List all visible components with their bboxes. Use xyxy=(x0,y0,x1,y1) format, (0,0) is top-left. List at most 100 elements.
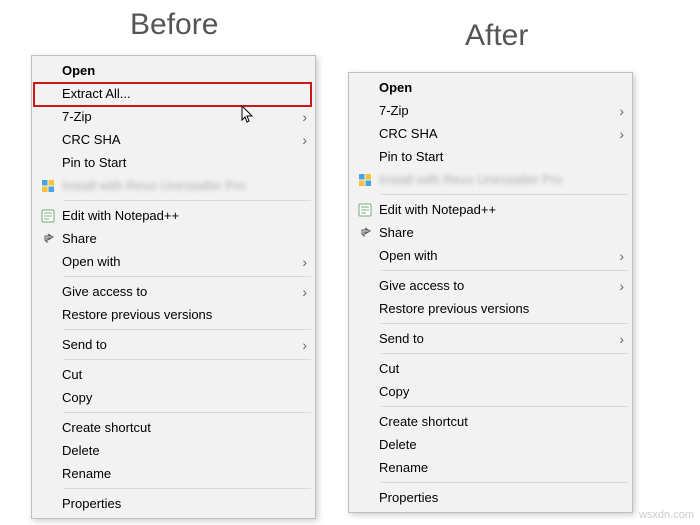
notepad-icon xyxy=(351,203,379,217)
menu-copy[interactable]: Copy xyxy=(351,380,630,403)
chevron-right-icon: › xyxy=(291,284,307,300)
separator xyxy=(64,200,311,201)
separator xyxy=(381,353,628,354)
menu-extract-all[interactable]: Extract All... xyxy=(34,82,313,105)
menu-edit-notepad[interactable]: Edit with Notepad++ xyxy=(351,198,630,221)
menu-cut-label: Cut xyxy=(379,361,624,376)
menu-open[interactable]: Open xyxy=(34,59,313,82)
menu-properties[interactable]: Properties xyxy=(34,492,313,515)
menu-send-to-label: Send to xyxy=(379,331,608,346)
menu-create-shortcut[interactable]: Create shortcut xyxy=(351,410,630,433)
chevron-right-icon: › xyxy=(608,126,624,142)
menu-pin-to-start[interactable]: Pin to Start xyxy=(351,145,630,168)
menu-cut[interactable]: Cut xyxy=(351,357,630,380)
menu-copy[interactable]: Copy xyxy=(34,386,313,409)
menu-restore-previous[interactable]: Restore previous versions xyxy=(34,303,313,326)
menu-7zip-label: 7-Zip xyxy=(62,109,291,124)
menu-give-access-to-label: Give access to xyxy=(379,278,608,293)
menu-crc-sha-label: CRC SHA xyxy=(379,126,608,141)
chevron-right-icon: › xyxy=(291,254,307,270)
menu-7zip-label: 7-Zip xyxy=(379,103,608,118)
share-icon xyxy=(34,232,62,246)
chevron-right-icon: › xyxy=(608,278,624,294)
menu-open-with[interactable]: Open with › xyxy=(34,250,313,273)
menu-open-with-label: Open with xyxy=(62,254,291,269)
menu-extract-all-label: Extract All... xyxy=(62,86,307,101)
shield-icon xyxy=(351,173,379,187)
menu-send-to[interactable]: Send to › xyxy=(34,333,313,356)
menu-edit-notepad-label: Edit with Notepad++ xyxy=(379,202,624,217)
menu-rename[interactable]: Rename xyxy=(351,456,630,479)
menu-create-shortcut[interactable]: Create shortcut xyxy=(34,416,313,439)
menu-crc-sha[interactable]: CRC SHA › xyxy=(351,122,630,145)
menu-pin-to-start-label: Pin to Start xyxy=(379,149,624,164)
menu-delete[interactable]: Delete xyxy=(351,433,630,456)
menu-share[interactable]: Share xyxy=(351,221,630,244)
chevron-right-icon: › xyxy=(291,109,307,125)
notepad-icon xyxy=(34,209,62,223)
menu-rename-label: Rename xyxy=(379,460,624,475)
separator xyxy=(381,323,628,324)
menu-crc-sha[interactable]: CRC SHA › xyxy=(34,128,313,151)
menu-cut-label: Cut xyxy=(62,367,307,382)
menu-restore-previous[interactable]: Restore previous versions xyxy=(351,297,630,320)
menu-give-access-to[interactable]: Give access to › xyxy=(34,280,313,303)
menu-delete-label: Delete xyxy=(379,437,624,452)
context-menu-before: Open Extract All... 7-Zip › CRC SHA › Pi… xyxy=(31,55,316,519)
share-icon xyxy=(351,226,379,240)
menu-open[interactable]: Open xyxy=(351,76,630,99)
menu-7zip[interactable]: 7-Zip › xyxy=(351,99,630,122)
watermark: wsxdn.com xyxy=(639,509,694,521)
menu-restore-previous-label: Restore previous versions xyxy=(62,307,307,322)
menu-open-with[interactable]: Open with › xyxy=(351,244,630,267)
menu-delete-label: Delete xyxy=(62,443,307,458)
separator xyxy=(64,488,311,489)
menu-installer-label: Install with Revo Uninstaller Pro xyxy=(379,172,624,187)
menu-rename[interactable]: Rename xyxy=(34,462,313,485)
shield-icon xyxy=(34,179,62,193)
menu-installer-item[interactable]: Install with Revo Uninstaller Pro xyxy=(351,168,630,191)
menu-open-with-label: Open with xyxy=(379,248,608,263)
menu-installer-label: Install with Revo Uninstaller Pro xyxy=(62,178,307,193)
menu-give-access-to[interactable]: Give access to › xyxy=(351,274,630,297)
menu-edit-notepad[interactable]: Edit with Notepad++ xyxy=(34,204,313,227)
menu-properties-label: Properties xyxy=(62,496,307,511)
menu-share[interactable]: Share xyxy=(34,227,313,250)
menu-properties-label: Properties xyxy=(379,490,624,505)
menu-pin-to-start-label: Pin to Start xyxy=(62,155,307,170)
cursor-icon xyxy=(241,105,255,125)
chevron-right-icon: › xyxy=(608,331,624,347)
separator xyxy=(64,412,311,413)
menu-create-shortcut-label: Create shortcut xyxy=(62,420,307,435)
separator xyxy=(64,276,311,277)
menu-restore-previous-label: Restore previous versions xyxy=(379,301,624,316)
menu-installer-item[interactable]: Install with Revo Uninstaller Pro xyxy=(34,174,313,197)
chevron-right-icon: › xyxy=(608,103,624,119)
menu-delete[interactable]: Delete xyxy=(34,439,313,462)
menu-7zip[interactable]: 7-Zip › xyxy=(34,105,313,128)
menu-properties[interactable]: Properties xyxy=(351,486,630,509)
menu-open-label: Open xyxy=(379,80,624,95)
menu-crc-sha-label: CRC SHA xyxy=(62,132,291,147)
menu-create-shortcut-label: Create shortcut xyxy=(379,414,624,429)
chevron-right-icon: › xyxy=(291,132,307,148)
menu-give-access-to-label: Give access to xyxy=(62,284,291,299)
menu-copy-label: Copy xyxy=(62,390,307,405)
menu-share-label: Share xyxy=(62,231,307,246)
separator xyxy=(381,482,628,483)
separator xyxy=(64,359,311,360)
heading-after: After xyxy=(465,19,528,53)
separator xyxy=(381,194,628,195)
separator xyxy=(381,406,628,407)
chevron-right-icon: › xyxy=(608,248,624,264)
chevron-right-icon: › xyxy=(291,337,307,353)
menu-send-to[interactable]: Send to › xyxy=(351,327,630,350)
menu-open-label: Open xyxy=(62,63,307,78)
menu-send-to-label: Send to xyxy=(62,337,291,352)
menu-cut[interactable]: Cut xyxy=(34,363,313,386)
menu-edit-notepad-label: Edit with Notepad++ xyxy=(62,208,307,223)
menu-pin-to-start[interactable]: Pin to Start xyxy=(34,151,313,174)
separator xyxy=(64,329,311,330)
heading-before: Before xyxy=(130,8,218,42)
context-menu-after: Open 7-Zip › CRC SHA › Pin to Start Inst… xyxy=(348,72,633,513)
